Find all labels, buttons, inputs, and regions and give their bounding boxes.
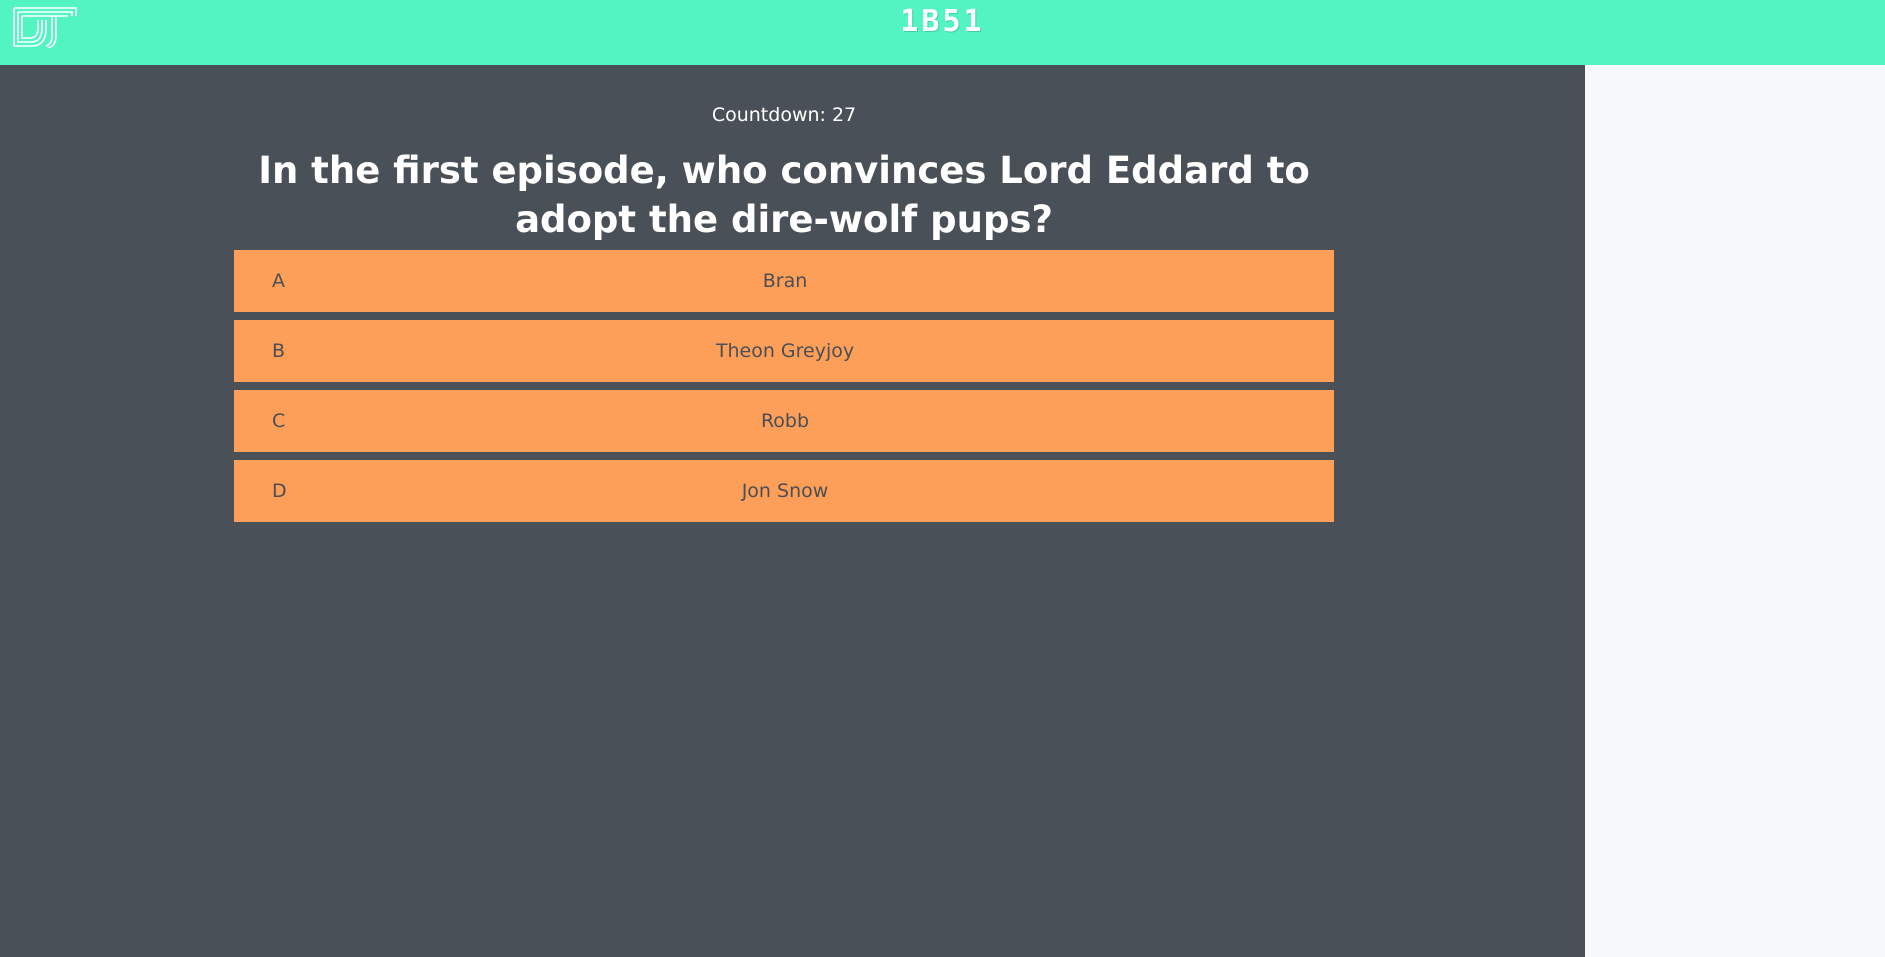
sidebar bbox=[1585, 65, 1885, 957]
answer-letter: A bbox=[272, 270, 285, 292]
game-code: 1B51 bbox=[900, 4, 985, 39]
answer-text: Theon Greyjoy bbox=[715, 340, 855, 362]
answer-option-b[interactable]: Theon Greyjoy B bbox=[234, 320, 1334, 382]
answer-letter: B bbox=[272, 340, 286, 362]
answer-option-d[interactable]: Jon Snow D bbox=[234, 460, 1334, 522]
answer-text: Jon Snow bbox=[741, 480, 829, 502]
answer-text: Robb bbox=[760, 410, 810, 432]
answer-list: Bran A Theon Greyjoy B Robb C Jon Snow D bbox=[234, 250, 1334, 530]
countdown: Countdown: 27 bbox=[234, 104, 1334, 126]
question-text: In the first episode, who convinces Lord… bbox=[258, 149, 1310, 241]
countdown-label: Countdown: bbox=[711, 104, 826, 126]
answer-text: Bran bbox=[762, 270, 808, 292]
top-bar: 1B51 bbox=[0, 0, 1885, 65]
answer-letter: C bbox=[272, 410, 286, 432]
countdown-value: 27 bbox=[831, 104, 857, 126]
answer-option-c[interactable]: Robb C bbox=[234, 390, 1334, 452]
answer-option-a[interactable]: Bran A bbox=[234, 250, 1334, 312]
answer-letter: D bbox=[272, 480, 287, 502]
